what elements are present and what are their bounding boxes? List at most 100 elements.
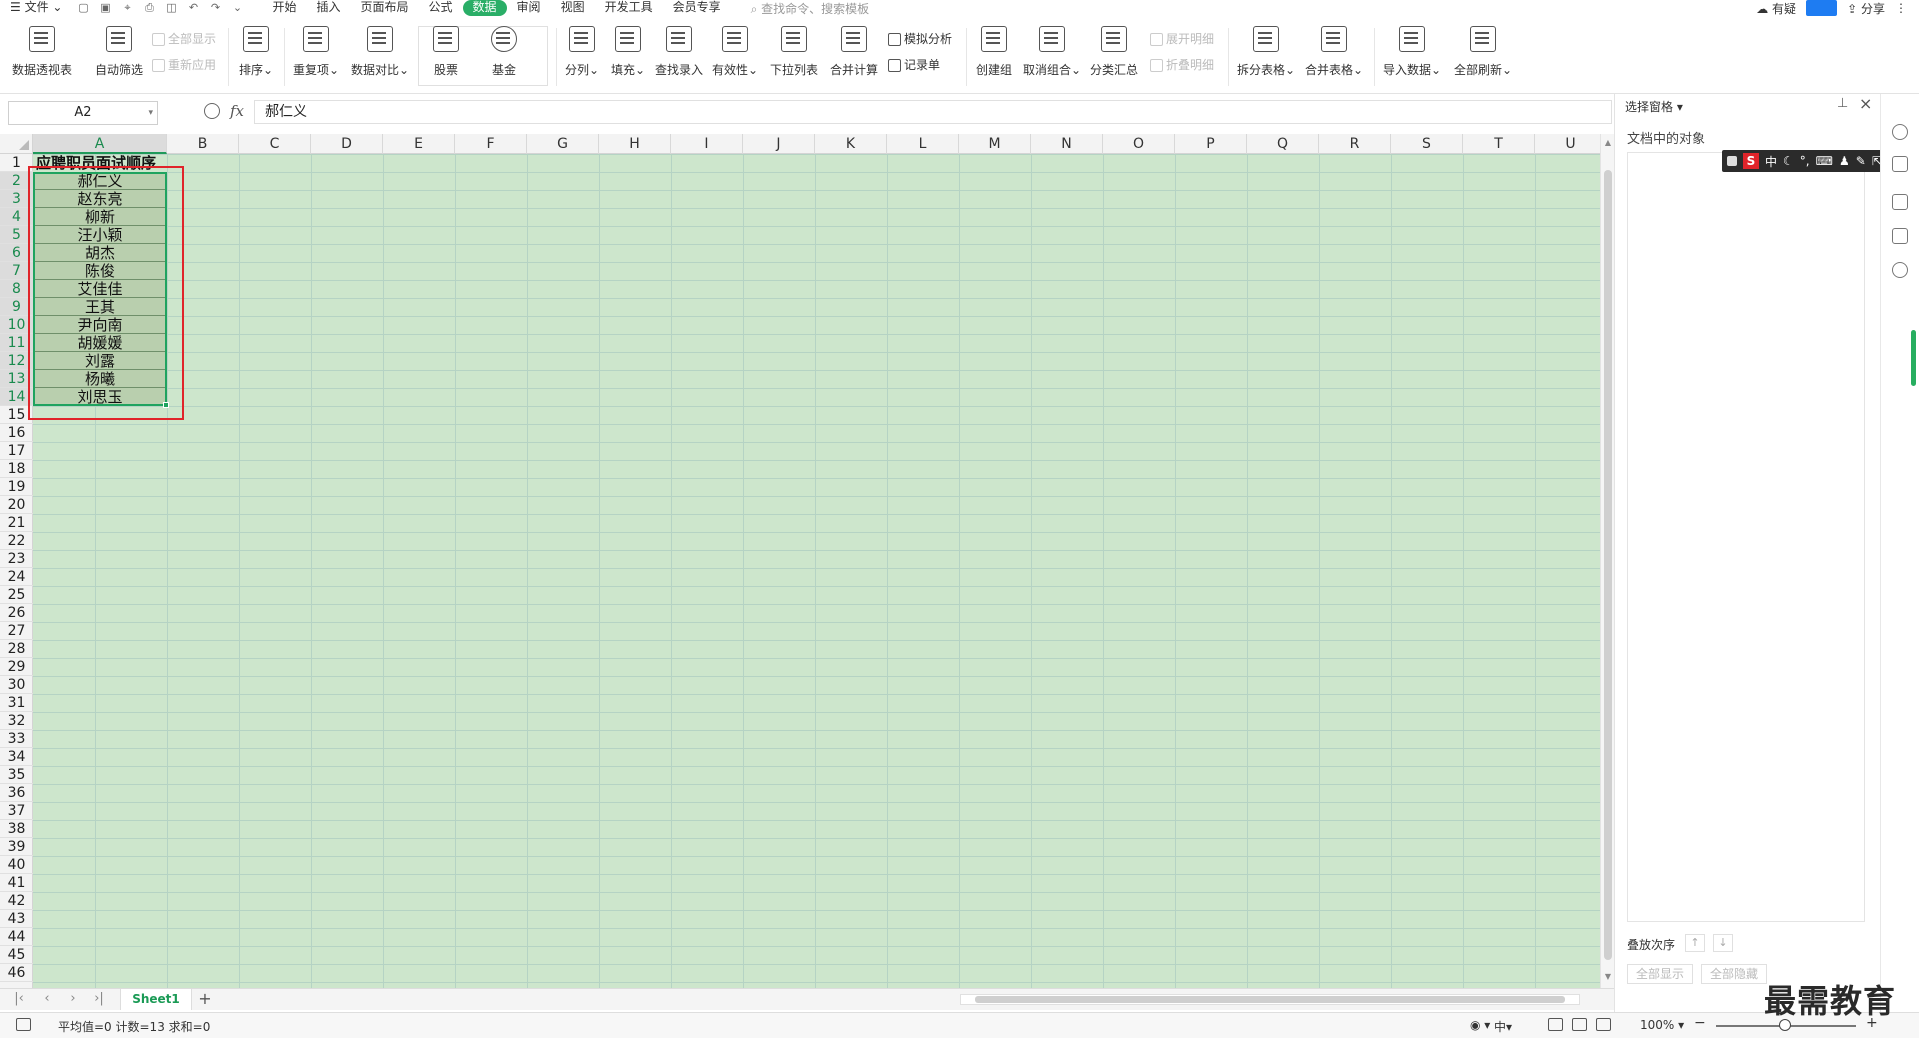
row-header-19[interactable]: 19 [0, 478, 33, 496]
dropdown-list-button[interactable]: 下拉列表 [768, 26, 820, 86]
cell-a12[interactable]: 刘露 [33, 352, 167, 370]
sheet-tab-sheet1[interactable]: Sheet1 [120, 989, 192, 1010]
validity-button[interactable]: 有效性⌄ [712, 26, 758, 86]
column-header-g[interactable]: G [527, 134, 599, 154]
row-header-7[interactable]: 7 [0, 262, 33, 280]
quick-access-dropdown-icon[interactable]: ⌄ [230, 1, 244, 15]
column-header-j[interactable]: J [743, 134, 815, 154]
row-header-17[interactable]: 17 [0, 442, 33, 460]
subtotal-button[interactable]: 分类汇总 [1088, 26, 1140, 86]
split-column-button[interactable]: 分列⌄ [562, 26, 602, 86]
close-icon[interactable]: × [1859, 94, 1872, 113]
row-header-29[interactable]: 29 [0, 658, 33, 676]
merge-table-button[interactable]: 合并表格⌄ [1304, 26, 1364, 86]
tab-view[interactable]: 视图 [551, 0, 595, 16]
punctuation-icon[interactable]: °, [1800, 154, 1810, 168]
row-header-8[interactable]: 8 [0, 280, 33, 298]
cell-a14[interactable]: 刘思玉 [33, 388, 167, 406]
sliders-icon[interactable] [1892, 194, 1908, 210]
row-header-6[interactable]: 6 [0, 244, 33, 262]
select-all-corner[interactable] [0, 134, 33, 154]
normal-view-icon[interactable] [1548, 1018, 1563, 1031]
row-header-31[interactable]: 31 [0, 694, 33, 712]
autofilter-button[interactable]: 自动筛选 [92, 26, 146, 86]
ungroup-button[interactable]: 取消组合⌄ [1022, 26, 1082, 86]
tab-insert[interactable]: 插入 [306, 0, 350, 16]
row-header-32[interactable]: 32 [0, 712, 33, 730]
print-preview-icon[interactable]: ◫ [164, 1, 178, 15]
fund-button[interactable]: 基金 [484, 26, 524, 86]
eye-protection-icon[interactable]: ◉ ▾ [1470, 1018, 1490, 1032]
print-icon[interactable]: ⎙ [142, 1, 156, 15]
user-icon[interactable]: ♟ [1839, 154, 1850, 168]
row-header-45[interactable]: 45 [0, 946, 33, 964]
compare-button[interactable]: 数据对比⌄ [350, 26, 410, 86]
save-icon[interactable]: ▣ [98, 1, 112, 15]
row-header-40[interactable]: 40 [0, 856, 33, 874]
reapply-button[interactable]: 重新应用 [150, 56, 216, 74]
pin-icon[interactable]: ⊥ [1837, 96, 1848, 111]
cell-a3[interactable]: 赵东亮 [33, 190, 167, 208]
row-header-9[interactable]: 9 [0, 298, 33, 316]
row-header-4[interactable]: 4 [0, 208, 33, 226]
tab-formulas[interactable]: 公式 [419, 0, 463, 16]
create-group-button[interactable]: 创建组 [972, 26, 1016, 86]
row-header-18[interactable]: 18 [0, 460, 33, 478]
row-header-30[interactable]: 30 [0, 676, 33, 694]
row-header-35[interactable]: 35 [0, 766, 33, 784]
object-list[interactable] [1627, 152, 1865, 922]
row-header-46[interactable]: 46 [0, 964, 33, 982]
rocket-icon[interactable] [1892, 124, 1908, 140]
row-header-33[interactable]: 33 [0, 730, 33, 748]
row-header-39[interactable]: 39 [0, 838, 33, 856]
column-header-b[interactable]: B [167, 134, 239, 154]
formula-input[interactable]: 郝仁义 [254, 100, 1612, 124]
row-header-36[interactable]: 36 [0, 784, 33, 802]
hscroll-thumb[interactable] [975, 996, 1565, 1003]
page-break-view-icon[interactable] [1596, 1018, 1611, 1031]
row-header-1[interactable]: 1 [0, 154, 33, 172]
move-up-icon[interactable]: ↑ [1685, 934, 1705, 952]
refresh-all-button[interactable]: 全部刷新⌄ [1452, 26, 1514, 86]
row-header-11[interactable]: 11 [0, 334, 33, 352]
file-menu[interactable]: ☰ 文件 ⌄ [0, 0, 72, 16]
horizontal-scrollbar[interactable] [960, 994, 1580, 1005]
tab-data[interactable]: 数据 [462, 0, 507, 16]
column-header-t[interactable]: T [1463, 134, 1535, 154]
vertical-scrollbar[interactable]: ▲ ▼ [1600, 134, 1614, 988]
cell-a10[interactable]: 尹向南 [33, 316, 167, 334]
page-layout-view-icon[interactable] [1572, 1018, 1587, 1031]
row-header-43[interactable]: 43 [0, 910, 33, 928]
cell-a9[interactable]: 王其 [33, 298, 167, 316]
wrench-icon[interactable]: ✎ [1856, 154, 1866, 168]
row-header-12[interactable]: 12 [0, 352, 33, 370]
add-sheet-icon[interactable]: + [196, 990, 214, 1008]
column-header-l[interactable]: L [887, 134, 959, 154]
cell-a7[interactable]: 陈俊 [33, 262, 167, 280]
row-header-23[interactable]: 23 [0, 550, 33, 568]
column-header-r[interactable]: R [1319, 134, 1391, 154]
arrange-icon[interactable] [1892, 228, 1908, 244]
redo-icon[interactable]: ↷ [208, 1, 222, 15]
stock-button[interactable]: 股票 [426, 26, 466, 86]
cell-a6[interactable]: 胡杰 [33, 244, 167, 262]
row-header-3[interactable]: 3 [0, 190, 33, 208]
row-header-22[interactable]: 22 [0, 532, 33, 550]
cell-area[interactable]: 应聘职员面试顺序 郝仁义 赵东亮 柳新 汪小颖 胡杰 陈俊 艾佳佳 王其 尹向南 胡媛媛 刘露 杨曦 刘思… [33, 154, 1600, 988]
record-form-button[interactable]: 记录单 [886, 56, 940, 74]
moon-icon[interactable]: ☾ [1783, 154, 1794, 168]
cell-a8[interactable]: 艾佳佳 [33, 280, 167, 298]
column-header-h[interactable]: H [599, 134, 671, 154]
move-down-icon[interactable]: ↓ [1713, 934, 1733, 952]
side-scroll-indicator[interactable] [1911, 330, 1916, 386]
cell-a11[interactable]: 胡媛媛 [33, 334, 167, 352]
show-all-button[interactable]: 全部显示 [150, 30, 216, 48]
prev-sheet-icon[interactable]: ‹ [40, 991, 54, 1007]
row-header-14[interactable]: 14 [0, 388, 33, 406]
row-header-38[interactable]: 38 [0, 820, 33, 838]
row-header-20[interactable]: 20 [0, 496, 33, 514]
zoom-icon[interactable] [204, 103, 220, 119]
column-header-m[interactable]: M [959, 134, 1031, 154]
column-header-i[interactable]: I [671, 134, 743, 154]
undo-icon[interactable]: ↶ [186, 1, 200, 15]
